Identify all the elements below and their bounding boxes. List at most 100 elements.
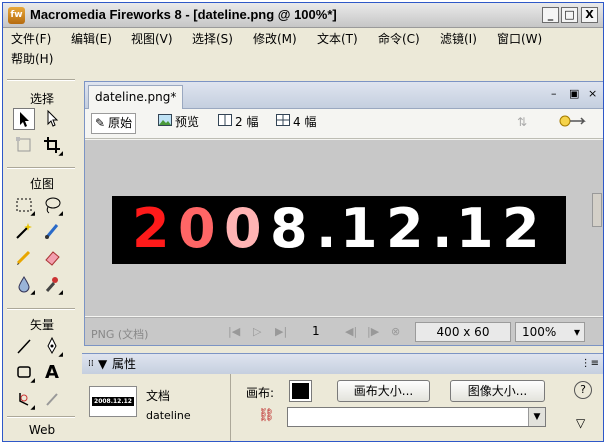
last-frame-icon[interactable]: ▶| <box>275 325 287 338</box>
four-up-icon <box>276 113 290 132</box>
tools-section-vector: 矢量 <box>29 318 54 332</box>
key-options-icon[interactable] <box>555 113 591 134</box>
window-title: Macromedia Fireworks 8 - [dateline.png @… <box>30 7 337 22</box>
file-type-label: PNG (文档) <box>91 328 149 341</box>
date-glyph: 8 <box>270 197 309 260</box>
menu-edit[interactable]: 编辑(E) <box>71 30 112 48</box>
document-canvas[interactable]: 2008.12.12 <box>85 140 603 316</box>
lasso-tool-icon[interactable]: ◢ <box>41 195 63 217</box>
knife-tool-icon[interactable] <box>41 389 63 411</box>
tools-separator <box>7 416 75 418</box>
menu-view[interactable]: 视图(V) <box>131 30 173 48</box>
doc-name-label: dateline <box>146 409 191 422</box>
help-icon[interactable]: ? <box>574 381 592 399</box>
properties-panel: ⁞⁞ ▼ 属性 ⋮≡ 2008.12.12 文档 dateline 画布: 画布… <box>82 353 603 441</box>
document-view-toolbar: ✎ 原始 预览 2 幅 4 幅 ⇅ <box>85 109 603 139</box>
link-select[interactable]: ▼ <box>287 407 546 427</box>
zoom-select[interactable]: 100% ▾ <box>515 322 585 342</box>
minimize-button[interactable]: _ <box>542 7 559 23</box>
crop-tool-icon[interactable]: ◢ <box>41 135 63 157</box>
rectangle-tool-icon[interactable]: ◢ <box>13 362 35 384</box>
subselection-tool-icon[interactable] <box>41 108 63 130</box>
tools-separator <box>7 308 75 310</box>
menu-window[interactable]: 窗口(W) <box>497 30 542 48</box>
pen-tool-icon[interactable]: ◢ <box>41 336 63 358</box>
fireworks-app-icon[interactable]: fw <box>8 7 25 24</box>
original-view-button[interactable]: ✎ 原始 <box>91 113 137 134</box>
first-frame-icon[interactable]: |◀ <box>228 325 240 338</box>
canvas-label: 画布: <box>246 386 275 400</box>
date-glyph: 2 <box>502 197 541 260</box>
menu-text[interactable]: 文本(T) <box>317 30 358 48</box>
scale-tool-icon[interactable] <box>13 135 35 157</box>
grip-icon: ⁞⁞ <box>88 359 94 369</box>
panel-collapse-handle[interactable] <box>592 193 602 227</box>
canvas-size-button[interactable]: 画布大小... <box>337 380 430 402</box>
expand-panel-icon[interactable]: ▽ <box>576 416 585 430</box>
doc-minimize-button[interactable]: – <box>551 87 557 100</box>
menu-filters[interactable]: 滤镜(I) <box>440 30 477 48</box>
panel-options-icon[interactable]: ⋮≡ <box>581 354 599 374</box>
date-glyph: 1 <box>340 197 379 260</box>
canvas-color-swatch[interactable] <box>289 380 312 402</box>
pencil-tool-icon[interactable] <box>13 247 35 269</box>
date-glyph: 0 <box>224 197 263 260</box>
menu-modify[interactable]: 修改(M) <box>253 30 297 48</box>
tools-grip <box>7 79 75 81</box>
date-glyph: . <box>432 197 454 260</box>
pencil-icon: ✎ <box>95 116 106 130</box>
line-tool-icon[interactable] <box>13 336 35 358</box>
freeform-tool-icon[interactable]: ◢ <box>13 389 35 411</box>
4-up-view-button[interactable]: 4 幅 <box>273 113 319 134</box>
properties-header[interactable]: ⁞⁞ ▼ 属性 ⋮≡ <box>82 354 603 374</box>
play-icon[interactable]: ▷ <box>253 325 261 338</box>
date-glyph: 0 <box>178 197 217 260</box>
blur-tool-icon[interactable]: ◢ <box>13 274 35 296</box>
pointer-tool-icon[interactable] <box>13 108 35 130</box>
menu-file[interactable]: 文件(F) <box>11 30 51 48</box>
marquee-tool-icon[interactable]: ◢ <box>13 195 35 217</box>
prev-frame-icon[interactable]: ◀| <box>345 325 357 338</box>
menu-help[interactable]: 帮助(H) <box>11 50 53 68</box>
collapse-arrow-icon: ▼ <box>98 357 108 371</box>
two-up-icon <box>218 113 232 132</box>
document-thumbnail: 2008.12.12 <box>89 386 137 417</box>
frame-number: 1 <box>312 324 320 338</box>
date-glyph: 1 <box>456 197 495 260</box>
date-glyph: 2 <box>132 197 171 260</box>
rubber-stamp-tool-icon[interactable]: ◢ <box>41 274 63 296</box>
tools-separator <box>7 167 75 169</box>
quick-export-icon[interactable]: ⇅ <box>514 113 530 134</box>
image-size-button[interactable]: 图像大小... <box>450 380 545 402</box>
dateline-image: 2008.12.12 <box>112 196 566 264</box>
chevron-down-icon: ▾ <box>573 325 580 339</box>
text-tool-icon[interactable]: A <box>41 362 63 384</box>
maximize-button[interactable]: □ <box>561 7 578 23</box>
preview-view-button[interactable]: 预览 <box>155 113 202 134</box>
tools-panel: 选择 ◢ 位图 ◢ ◢ ◢ ◢ 矢量 ◢ ◢ A ◢ Web <box>3 71 81 441</box>
magic-wand-tool-icon[interactable] <box>13 221 35 243</box>
doc-close-button[interactable]: × <box>588 87 597 100</box>
menu-select[interactable]: 选择(S) <box>192 30 233 48</box>
date-glyph: 2 <box>386 197 425 260</box>
document-status-bar: PNG (文档) |◀ ▷ ▶| 1 ◀| |▶ ⊗ 400 x 60 100%… <box>85 317 603 345</box>
properties-title: 属性 <box>112 357 137 371</box>
title-bar: fw Macromedia Fireworks 8 - [dateline.pn… <box>3 3 603 28</box>
next-frame-icon[interactable]: |▶ <box>367 325 379 338</box>
image-preview-icon <box>158 113 172 132</box>
document-tab[interactable]: dateline.png* <box>88 85 184 109</box>
image-size-field: 400 x 60 <box>415 322 511 342</box>
tools-section-web: Web <box>28 423 56 437</box>
document-window: dateline.png* – ▣ × ✎ 原始 预览 2 幅 4 幅 ⇅ 2 … <box>84 81 603 346</box>
2-up-view-button[interactable]: 2 幅 <box>215 113 261 134</box>
document-tab-bar: dateline.png* – ▣ × <box>85 82 603 109</box>
brush-tool-icon[interactable] <box>41 221 63 243</box>
doc-restore-button[interactable]: ▣ <box>569 87 579 100</box>
close-button[interactable]: X <box>581 7 598 23</box>
eraser-tool-icon[interactable] <box>41 247 63 269</box>
stop-icon[interactable]: ⊗ <box>391 325 400 338</box>
menu-bar: 文件(F) 编辑(E) 视图(V) 选择(S) 修改(M) 文本(T) 命令(C… <box>3 29 603 71</box>
tools-section-bitmap: 位图 <box>29 177 54 191</box>
tools-section-select: 选择 <box>29 92 54 106</box>
menu-commands[interactable]: 命令(C) <box>378 30 420 48</box>
